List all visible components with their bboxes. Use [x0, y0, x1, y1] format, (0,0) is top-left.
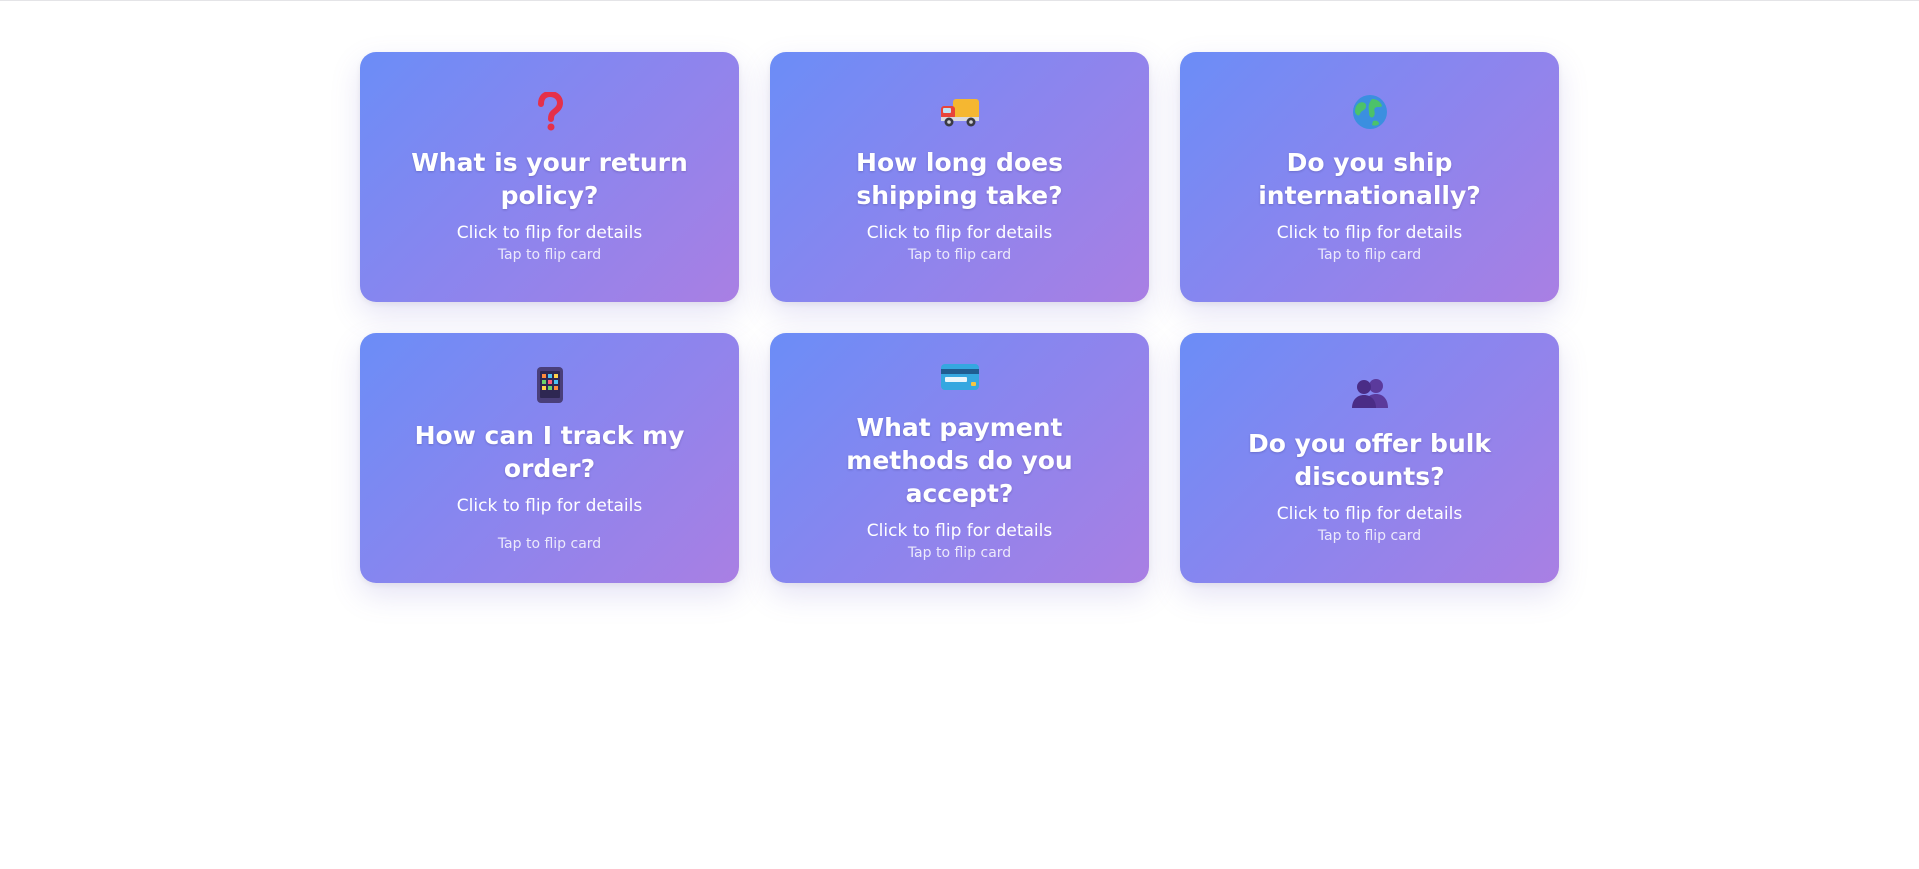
flip-hint: Click to flip for details [1276, 223, 1463, 243]
faq-question: What payment methods do you accept? [846, 412, 1073, 508]
tap-hint: Tap to flip card [497, 536, 602, 552]
faq-card-bulk-discounts[interactable]: Do you offer bulk discounts? Click to fl… [1180, 333, 1559, 583]
flip-hint: Click to flip for details [456, 223, 643, 243]
delivery-truck-icon [939, 90, 981, 134]
faq-card-return-policy[interactable]: What is your return policy? Click to fli… [360, 52, 739, 302]
faq-question: What is your return policy? [411, 148, 688, 210]
tap-hint: Tap to flip card [497, 247, 602, 263]
tap-hint: Tap to flip card [907, 544, 1012, 561]
flip-hint: Click to flip for details [866, 223, 1053, 243]
faq-card-shipping-time[interactable]: How long does shipping take? Click to fl… [770, 52, 1149, 302]
tap-hint: Tap to flip card [907, 247, 1012, 263]
tap-hint: Tap to flip card [1317, 247, 1422, 263]
credit-card-icon [940, 355, 980, 399]
tap-hint: Tap to flip card [1317, 528, 1422, 544]
faq-question: How can I track my order? [414, 421, 685, 483]
top-divider [0, 0, 1919, 1]
faq-card-order-tracking[interactable]: How can I track my order? Click to flip … [360, 333, 739, 583]
people-icon [1350, 371, 1390, 415]
flip-hint: Click to flip for details [866, 520, 1053, 541]
faq-card-payment-methods[interactable]: What payment methods do you accept? Clic… [770, 333, 1149, 583]
flip-hint: Click to flip for details [456, 496, 643, 516]
faq-question: How long does shipping take? [856, 148, 1063, 210]
flip-hint: Click to flip for details [1276, 504, 1463, 524]
faq-card-international-shipping[interactable]: Do you ship internationally? Click to fl… [1180, 52, 1559, 302]
faq-question: Do you ship internationally? [1258, 148, 1481, 210]
question-mark-icon [535, 90, 565, 134]
globe-icon [1351, 90, 1389, 134]
mobile-phone-icon [536, 363, 564, 407]
faq-card-grid: What is your return policy? Click to fli… [360, 52, 1560, 583]
faq-question: Do you offer bulk discounts? [1248, 429, 1491, 491]
